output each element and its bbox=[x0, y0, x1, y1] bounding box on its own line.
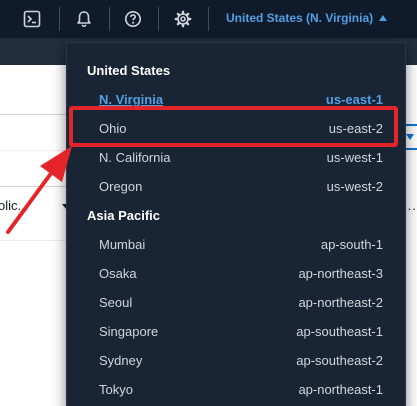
nav-separator bbox=[158, 7, 159, 31]
region-option-oregon[interactable]: Oregon us-west-2 bbox=[68, 172, 404, 201]
region-option-singapore[interactable]: Singapore ap-southeast-1 bbox=[68, 317, 404, 346]
region-name: N. California bbox=[99, 150, 171, 165]
region-code: us-east-1 bbox=[325, 92, 383, 107]
region-name: Osaka bbox=[99, 266, 137, 281]
region-name: Seoul bbox=[99, 295, 133, 310]
region-selector-button[interactable]: United States (N. Virginia) bbox=[226, 11, 388, 25]
region-code: us-west-1 bbox=[326, 150, 383, 165]
region-code: ap-northeast-1 bbox=[298, 382, 383, 397]
region-name: Oregon bbox=[99, 179, 143, 194]
content-divider bbox=[0, 240, 70, 241]
region-name: N. Virginia bbox=[99, 92, 164, 107]
caret-up-icon bbox=[379, 14, 388, 21]
nav-separator bbox=[59, 7, 60, 31]
region-code: ap-southeast-2 bbox=[296, 353, 383, 368]
region-option-tokyo[interactable]: Tokyo ap-northeast-1 bbox=[68, 375, 404, 404]
region-option-n-california[interactable]: N. California us-west-1 bbox=[68, 143, 404, 172]
region-option-osaka[interactable]: Osaka ap-northeast-3 bbox=[68, 259, 404, 288]
region-option-sydney[interactable]: Sydney ap-southeast-2 bbox=[68, 346, 404, 375]
region-code: ap-south-1 bbox=[320, 237, 383, 252]
region-code: us-west-2 bbox=[326, 179, 383, 194]
group-title-asia-pacific: Asia Pacific bbox=[87, 208, 160, 223]
region-dropdown-menu: United States N. Virginia us-east-1 Ohio… bbox=[66, 42, 406, 406]
region-code: ap-northeast-2 bbox=[298, 295, 383, 310]
region-name: Tokyo bbox=[99, 382, 133, 397]
content-divider bbox=[0, 114, 70, 115]
annotation-arrow-icon bbox=[6, 146, 72, 234]
region-name: Singapore bbox=[99, 324, 159, 339]
cloudshell-icon[interactable] bbox=[21, 8, 43, 30]
group-title-united-states: United States bbox=[87, 63, 171, 78]
nav-separator bbox=[109, 7, 110, 31]
region-option-mumbai[interactable]: Mumbai ap-south-1 bbox=[68, 230, 404, 259]
gear-icon[interactable] bbox=[172, 8, 194, 30]
top-navigation-bar: United States (N. Virginia) bbox=[0, 0, 417, 38]
region-selector-label: United States (N. Virginia) bbox=[226, 11, 374, 25]
annotation-highlight-box bbox=[69, 106, 398, 147]
region-name: Sydney bbox=[99, 353, 143, 368]
region-option-seoul[interactable]: Seoul ap-northeast-2 bbox=[68, 288, 404, 317]
nav-separator bbox=[208, 7, 209, 31]
region-code: ap-southeast-1 bbox=[296, 324, 383, 339]
help-icon[interactable] bbox=[122, 8, 144, 30]
region-name: Mumbai bbox=[99, 237, 146, 252]
region-code: ap-northeast-3 bbox=[298, 266, 383, 281]
bell-icon[interactable] bbox=[73, 8, 95, 30]
